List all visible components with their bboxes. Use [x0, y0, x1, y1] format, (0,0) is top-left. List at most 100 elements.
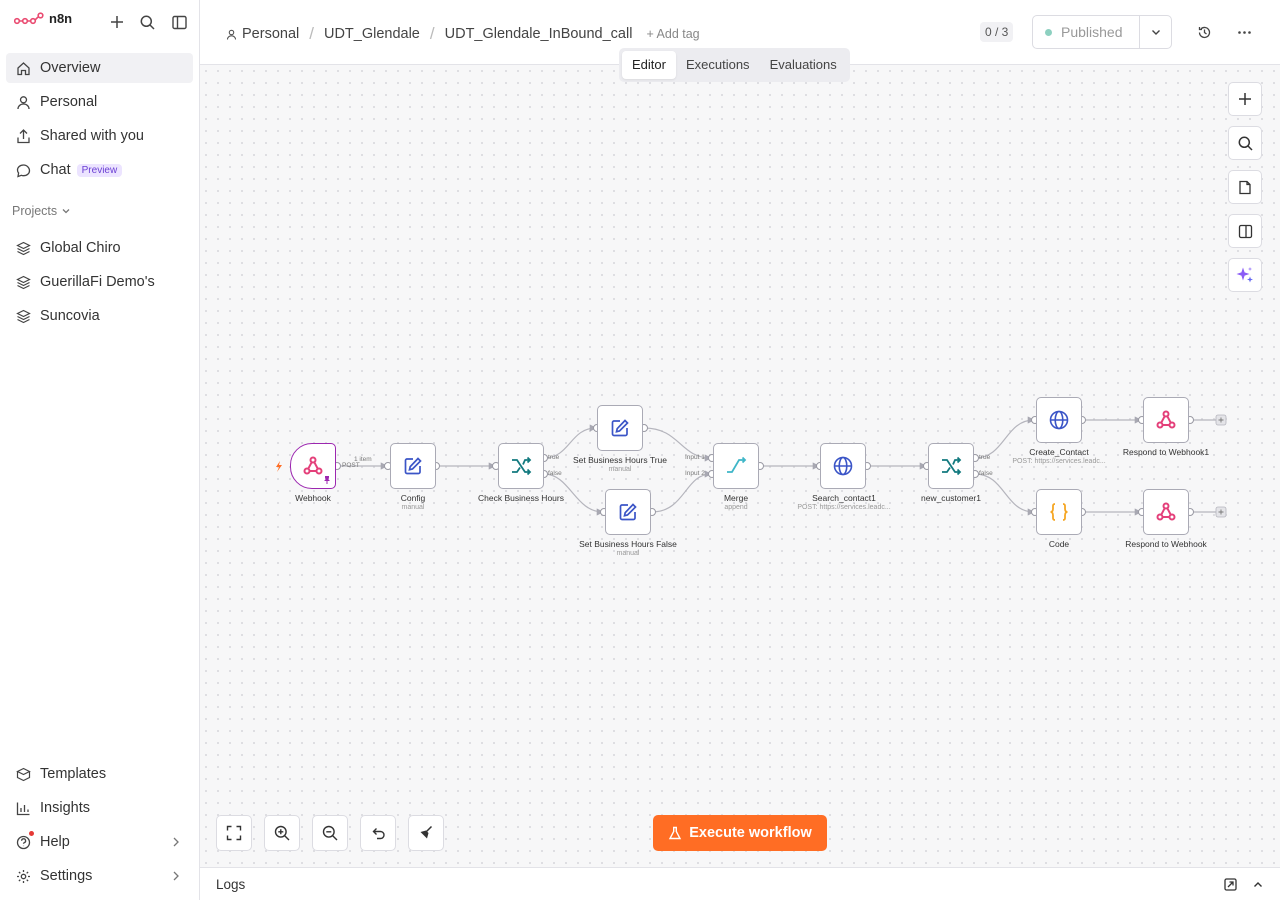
sticky-note-button[interactable]: [1228, 170, 1262, 204]
breadcrumb-personal[interactable]: Personal: [242, 26, 299, 42]
more-options-button[interactable]: [1235, 23, 1253, 41]
undo-button[interactable]: [360, 815, 396, 851]
share-icon: [14, 127, 32, 145]
notification-dot: [29, 831, 34, 836]
zoom-out-button[interactable]: [312, 815, 348, 851]
node-subtitle: POST: https://services.leadc...: [797, 504, 891, 511]
node-merge[interactable]: [713, 443, 759, 489]
chevron-right-icon: [173, 837, 179, 847]
add-node-button[interactable]: [1228, 82, 1262, 116]
node-create-contact[interactable]: [1036, 397, 1082, 443]
n8n-logo-icon: [14, 11, 44, 24]
search-icon: [140, 15, 155, 30]
node-config[interactable]: [390, 443, 436, 489]
trigger-bolt-icon: [276, 461, 282, 472]
execute-workflow-button[interactable]: Execute workflow: [653, 815, 827, 851]
sidebar-project-suncovia[interactable]: Suncovia: [6, 301, 193, 331]
collapse-sidebar-button[interactable]: [170, 13, 188, 31]
sidebar-item-label: Overview: [40, 60, 101, 76]
sidebar-item-label: Suncovia: [40, 308, 100, 324]
sidebar-top: n8n: [14, 11, 194, 33]
help-icon: [14, 831, 34, 851]
sidebar-item-overview[interactable]: Overview: [6, 53, 193, 83]
workflow-canvas[interactable]: POST 1 item true false Input 1 Input 2 t…: [200, 65, 1280, 867]
layers-icon: [14, 273, 32, 291]
sidebar-item-chat[interactable]: Chat Preview: [6, 155, 193, 185]
projects-heading[interactable]: Projects: [12, 204, 71, 218]
user-icon: [226, 29, 237, 40]
sidebar: n8n Overview Personal Shared with you Ch…: [0, 0, 200, 900]
zoom-out-icon: [322, 825, 338, 841]
sidebar-project-global-chiro[interactable]: Global Chiro: [6, 233, 193, 263]
sidebar-item-personal[interactable]: Personal: [6, 87, 193, 117]
tab-editor[interactable]: Editor: [622, 51, 676, 79]
sidebar-item-insights[interactable]: Insights: [6, 793, 193, 823]
gear-icon: [14, 867, 32, 885]
publish-button[interactable]: Published: [1032, 15, 1140, 49]
chat-icon: [14, 161, 32, 179]
fit-view-button[interactable]: [216, 815, 252, 851]
node-respond-to-webhook1[interactable]: [1143, 397, 1189, 443]
node-set-business-hours-true[interactable]: [597, 405, 643, 451]
node-label: new_customer1: [920, 493, 981, 503]
projects-heading-label: Projects: [12, 204, 58, 218]
sidebar-item-label: Chat: [40, 162, 71, 178]
ellipsis-icon: [1237, 30, 1251, 34]
sidebar-item-templates[interactable]: Templates: [6, 759, 193, 789]
node-search-contact[interactable]: [820, 443, 866, 489]
if-branch-icon: [512, 456, 532, 476]
user-icon: [14, 93, 32, 111]
breadcrumb-folder[interactable]: UDT_Glendale: [324, 26, 420, 42]
sidebar-item-label: Personal: [40, 94, 98, 110]
preview-badge: Preview: [76, 163, 123, 177]
search-button[interactable]: [138, 13, 156, 31]
n8n-logo[interactable]: n8n: [14, 11, 72, 26]
add-node-endpoints: [1215, 414, 1227, 518]
node-subtitle: manual: [401, 504, 425, 511]
panel-toggle-button[interactable]: [1228, 214, 1262, 248]
tab-evaluations[interactable]: Evaluations: [760, 51, 847, 79]
app-name: n8n: [49, 11, 73, 26]
pop-out-icon: [1224, 878, 1237, 891]
create-button[interactable]: [108, 13, 126, 31]
pop-out-logs-button[interactable]: [1224, 878, 1237, 896]
node-code[interactable]: [1036, 489, 1082, 535]
chart-bar-icon: [14, 799, 32, 817]
if-branch-icon: [942, 456, 962, 476]
node-webhook[interactable]: [290, 443, 336, 489]
ai-assistant-button[interactable]: [1228, 258, 1262, 292]
sidebar-item-shared[interactable]: Shared with you: [6, 121, 193, 151]
publish-dropdown-button[interactable]: [1139, 15, 1172, 49]
node-set-business-hours-false[interactable]: [605, 489, 651, 535]
node-new-customer[interactable]: [928, 443, 974, 489]
sidebar-item-settings[interactable]: Settings: [6, 861, 193, 891]
sidebar-item-help[interactable]: Help: [6, 827, 193, 857]
workflow-name[interactable]: UDT_Glendale_InBound_call: [445, 26, 633, 42]
edit-icon: [404, 457, 422, 475]
tidy-up-button[interactable]: [408, 815, 444, 851]
plus-icon: [111, 16, 123, 28]
sidebar-item-label: Settings: [40, 868, 93, 884]
add-tag-button[interactable]: + Add tag: [646, 27, 699, 41]
node-check-business-hours[interactable]: [498, 443, 544, 489]
logs-title: Logs: [216, 877, 246, 892]
plus-icon: [1239, 93, 1251, 105]
zoom-in-button[interactable]: [264, 815, 300, 851]
chevron-down-icon: [62, 209, 70, 214]
fullscreen-icon: [226, 825, 242, 841]
zoom-in-icon: [274, 825, 290, 841]
search-nodes-button[interactable]: [1228, 126, 1262, 160]
code-braces-icon: [1050, 503, 1068, 521]
templates-icon: [14, 765, 32, 783]
history-button[interactable]: [1195, 23, 1213, 41]
node-respond-to-webhook[interactable]: [1143, 489, 1189, 535]
history-icon: [1198, 26, 1210, 38]
edge-label-false: false: [979, 470, 993, 477]
expand-logs-button[interactable]: [1252, 878, 1264, 896]
logs-panel[interactable]: Logs: [200, 867, 1280, 900]
publish-label: Published: [1061, 24, 1123, 40]
node-label: Set Business Hours True: [572, 455, 667, 465]
sidebar-project-guerillafi[interactable]: GuerillaFi Demo's: [6, 267, 193, 297]
webhook-icon: [303, 456, 323, 475]
tab-executions[interactable]: Executions: [676, 51, 760, 79]
